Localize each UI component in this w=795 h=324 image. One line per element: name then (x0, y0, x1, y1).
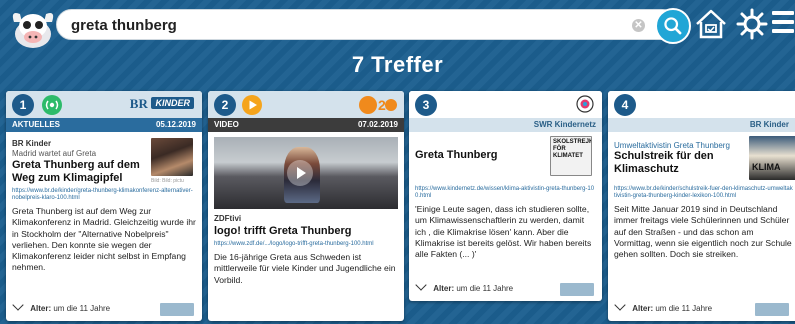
source-label: SWR Kindernetz (533, 120, 596, 129)
chevron-down-icon[interactable] (12, 299, 24, 311)
svg-text:2: 2 (378, 97, 386, 113)
card-title[interactable]: logo! trifft Greta Thunberg (214, 225, 398, 238)
chevron-down-icon[interactable] (614, 299, 626, 311)
age-footer[interactable]: Alter: um die 11 Jahre (409, 279, 602, 301)
card-title[interactable]: Greta Thunberg auf dem Weg zum Klimagipf… (12, 159, 148, 185)
date-label: 07.02.2019 (357, 120, 398, 129)
card-category-bar: SWR Kindernetz (409, 118, 602, 132)
age-value: um die 11 Jahre (53, 304, 111, 313)
card-url[interactable]: https://www.kindernetz.de/wissen/klima-a… (415, 186, 596, 200)
results-count-heading: 7 Treffer (351, 52, 444, 77)
rating-badge (160, 303, 194, 316)
card-title[interactable]: Schulstreik für den Klimaschutz (614, 150, 739, 176)
home-icon[interactable] (694, 8, 728, 40)
result-card-2[interactable]: 2 2 VIDEO 07.02.2019 ZDFtivi logo! triff… (208, 91, 404, 321)
card-description: 'Einige Leute sagen, dass ich studieren … (415, 204, 592, 260)
card-thumbnail[interactable] (151, 138, 193, 176)
card-header: 4 (608, 91, 795, 118)
gear-icon[interactable] (735, 7, 769, 41)
menu-icon[interactable] (772, 11, 794, 37)
card-body: Greta Thunberg SKOLSTREJK FÖR KLIMATET h… (409, 132, 602, 265)
thumbnail-sign-text: KLIMA (752, 162, 781, 172)
result-number: 2 (214, 94, 236, 116)
image-credit: Bild: Bild: pictu (151, 178, 184, 184)
rating-badge (560, 283, 594, 296)
chevron-down-icon[interactable] (415, 279, 427, 291)
result-number: 4 (614, 94, 636, 116)
card-category-bar: AKTUELLES 05.12.2019 (6, 118, 202, 132)
card-description: Die 16-jährige Greta aus Schweden ist mi… (214, 252, 396, 285)
age-label: Alter: (30, 304, 52, 313)
radio-icon (42, 95, 62, 115)
search-button[interactable] (655, 8, 691, 44)
card-category-bar: VIDEO 07.02.2019 (208, 118, 404, 132)
card-thumbnail[interactable]: KLIMA (749, 136, 795, 180)
br-kinder-logo: BR KINDER (130, 96, 194, 113)
result-number: 1 (12, 94, 34, 116)
card-header: 2 2 (208, 91, 404, 118)
age-label: Alter: (632, 304, 654, 313)
card-title[interactable]: Greta Thunberg (415, 149, 535, 162)
card-body: ZDFtivi logo! trifft Greta Thunberg http… (208, 209, 404, 291)
thumbnail-sign-text: SKOLSTREJK FÖR KLIMATET (553, 139, 592, 159)
swr-icon (576, 95, 594, 113)
card-description: Seit Mitte Januar 2019 sind in Deutschla… (614, 204, 792, 260)
play-icon (242, 95, 262, 115)
card-url[interactable]: https://www.br.de/kinder/schulstreik-fue… (614, 186, 794, 200)
card-url[interactable]: https://www.br.de/kinder/greta-thunberg-… (12, 188, 196, 202)
result-card-1[interactable]: 1 BR KINDER AKTUELLES 05.12.2019 BR Kind… (6, 91, 202, 321)
rating-badge (755, 303, 789, 316)
age-footer[interactable]: Alter: um die 11 Jahre (6, 299, 202, 321)
category-label: VIDEO (214, 120, 239, 129)
card-description: Greta Thunberg ist auf dem Weg zur Klima… (12, 206, 196, 273)
card-header: 3 (409, 91, 602, 118)
category-label: AKTUELLES (12, 120, 60, 129)
card-thumbnail[interactable]: SKOLSTREJK FÖR KLIMATET (550, 136, 592, 176)
kicker-label: Umweltaktivistin Greta Thunberg (614, 141, 730, 150)
result-number: 3 (415, 94, 437, 116)
age-value: um die 11 Jahre (456, 284, 514, 293)
card-header: 1 BR KINDER (6, 91, 202, 118)
source-label: BR Kinder (749, 120, 789, 129)
card-category-bar: BR Kinder (608, 118, 795, 132)
result-card-4[interactable]: 4 BR Kinder Umweltaktivistin Greta Thunb… (608, 91, 795, 321)
card-body: Umweltaktivistin Greta Thunberg Schulstr… (608, 132, 795, 265)
top-bar: ✕ (0, 0, 795, 50)
date-label: 05.12.2019 (155, 120, 196, 129)
search-bar: ✕ (56, 8, 691, 44)
source-label: ZDFtivi (214, 214, 242, 223)
zdf-logo: 2 (359, 96, 397, 114)
card-body: BR Kinder Madrid wartet auf Greta Greta … (6, 132, 202, 279)
card-url[interactable]: https://www.zdf.de/.../logo/logo-trifft-… (214, 241, 398, 248)
kicker-label: Madrid wartet auf Greta (12, 149, 97, 158)
age-footer[interactable]: Alter: um die 11 Jahre (608, 299, 795, 321)
play-icon[interactable] (286, 159, 314, 187)
clear-search-button[interactable]: ✕ (632, 19, 645, 32)
video-thumbnail[interactable] (214, 137, 398, 209)
age-label: Alter: (433, 284, 455, 293)
result-card-3[interactable]: 3 SWR Kindernetz Greta Thunberg SKOLSTRE… (409, 91, 602, 301)
search-input[interactable] (71, 14, 591, 36)
age-value: um die 11 Jahre (655, 304, 713, 313)
mascot-icon[interactable] (8, 4, 58, 50)
